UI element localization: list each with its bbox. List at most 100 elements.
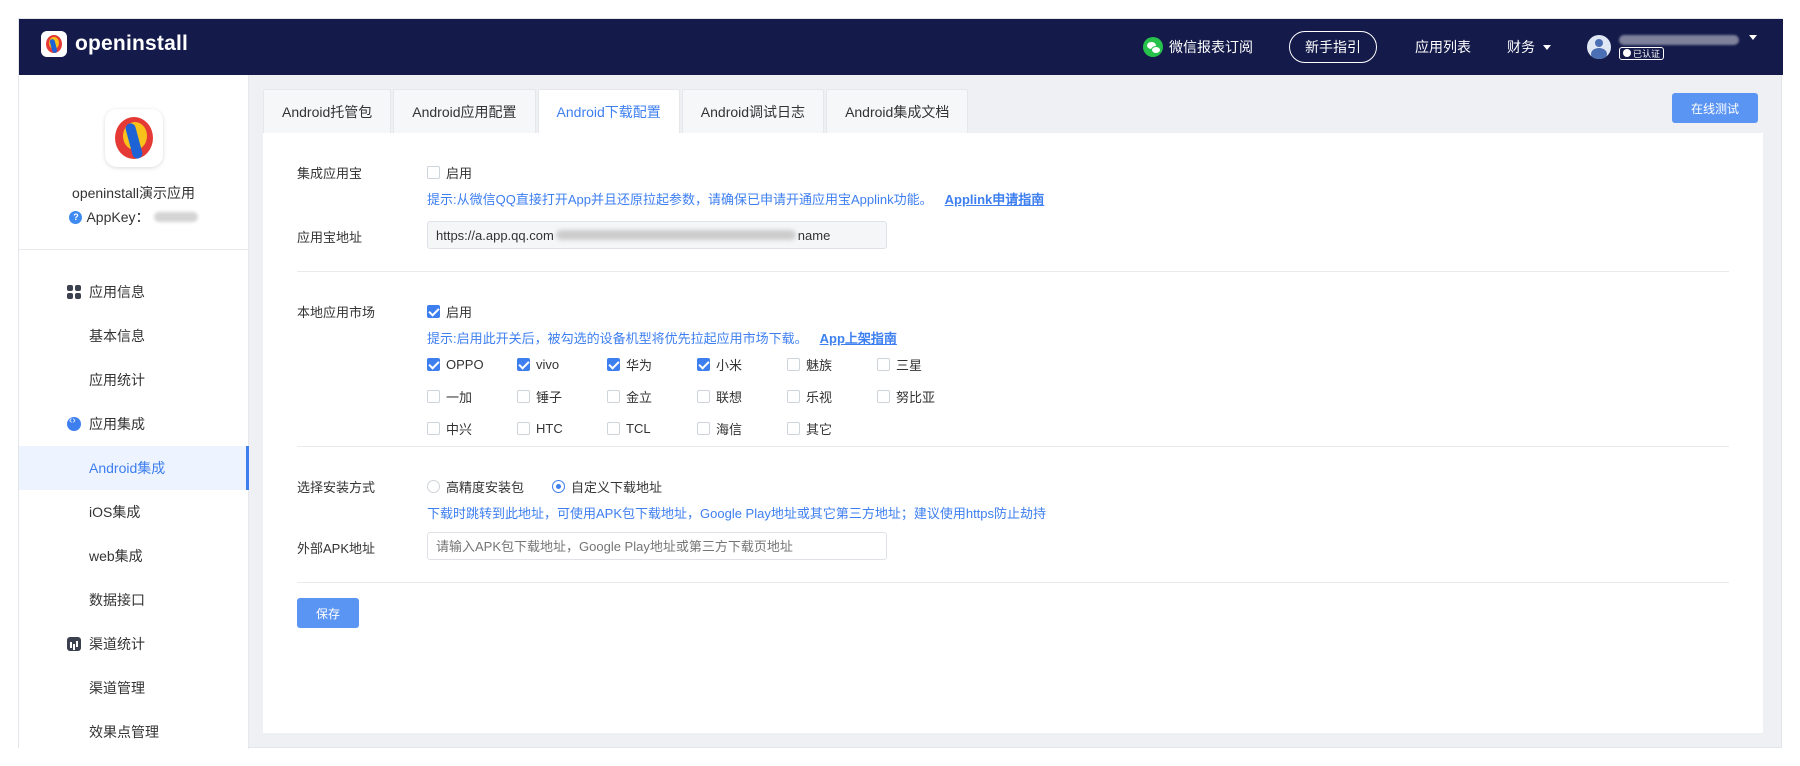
brand-label: 海信	[716, 422, 743, 437]
sidebar: openinstall演示应用 ? AppKey： 应用信息 基本信息 应用统计…	[19, 75, 249, 749]
brand-label: OPPO	[446, 357, 484, 372]
finance-menu[interactable]: 财务	[1507, 37, 1551, 57]
brand-checkbox[interactable]: 锤子	[517, 387, 607, 406]
yyb-enable-checkbox[interactable]: 启用	[427, 163, 472, 182]
chevron-down-icon	[1543, 44, 1551, 50]
sidebar-item-ios[interactable]: iOS集成	[19, 490, 248, 534]
guide-button[interactable]: 新手指引	[1289, 31, 1377, 63]
brand-checkbox[interactable]: 海信	[697, 419, 787, 438]
checkbox	[877, 358, 890, 371]
sidebar-item-android[interactable]: Android集成	[19, 446, 249, 490]
brand-checkbox[interactable]: 魅族	[787, 355, 877, 374]
sidebar-group-app-info[interactable]: 应用信息	[19, 270, 248, 314]
sidebar-item-web[interactable]: web集成	[19, 534, 248, 578]
user-menu[interactable]: 已认证	[1587, 34, 1757, 60]
checkbox	[607, 390, 620, 403]
download-config-panel: 集成应用宝 启用 提示:从微信QQ直接打开App并且还原拉起参数，请确保已申请开…	[263, 133, 1763, 733]
wechat-subscribe-label: 微信报表订阅	[1169, 39, 1253, 55]
checkbox	[517, 422, 530, 435]
verified-label: 已认证	[1633, 48, 1661, 59]
wechat-subscribe-link[interactable]: 微信报表订阅	[1143, 37, 1253, 57]
yyb-url-redacted	[555, 230, 796, 240]
brand-checkbox[interactable]: TCL	[607, 419, 697, 438]
sidebar-group-label: 渠道统计	[89, 636, 145, 652]
brand-label: HTC	[536, 421, 563, 436]
logo[interactable]: openinstall	[41, 31, 188, 57]
help-icon[interactable]: ?	[69, 210, 83, 224]
app-list-link[interactable]: 应用列表	[1415, 37, 1471, 57]
avatar	[1587, 35, 1611, 59]
brand-label: 金立	[626, 390, 653, 405]
logo-text: openinstall	[75, 32, 189, 55]
brand-checkbox[interactable]: 金立	[607, 387, 697, 406]
appkey: ? AppKey：	[69, 207, 198, 227]
brand-label: 乐视	[806, 390, 833, 405]
tab-android-docs[interactable]: Android集成文档	[826, 89, 969, 133]
applink-guide-link[interactable]: Applink申请指南	[945, 192, 1045, 207]
brand-checkbox[interactable]: OPPO	[427, 355, 517, 374]
yyb-label: 集成应用宝	[297, 166, 363, 181]
brand-checkbox[interactable]: 一加	[427, 387, 517, 406]
market-hint: 提示:启用此开关后，被勾选的设备机型将优先拉起应用市场下载。 App上架指南	[427, 328, 897, 347]
brand-label: 华为	[626, 358, 653, 373]
online-test-button[interactable]: 在线测试	[1672, 93, 1758, 123]
sidebar-item-data-api[interactable]: 数据接口	[19, 578, 248, 622]
sidebar-menu: 应用信息 基本信息 应用统计 应用集成 Android集成 iOS集成 web集…	[19, 250, 249, 754]
appkey-label: AppKey：	[86, 209, 150, 225]
top-navbar: openinstall 微信报表订阅 新手指引 应用列表 财务 已认证	[19, 19, 1783, 75]
checkbox-checked	[427, 358, 440, 371]
verified-badge: 已认证	[1619, 46, 1665, 60]
checkbox	[697, 422, 710, 435]
checkbox-checked	[697, 358, 710, 371]
brand-checkbox[interactable]: 中兴	[427, 419, 517, 438]
divider	[297, 582, 1729, 583]
brand-checkbox[interactable]: 三星	[877, 355, 967, 374]
market-label: 本地应用市场	[297, 305, 376, 320]
app-frame: openinstall 微信报表订阅 新手指引 应用列表 财务 已认证 open…	[18, 18, 1783, 749]
brand-checkbox[interactable]: 小米	[697, 355, 787, 374]
install-method-label: 选择安装方式	[297, 480, 376, 495]
sidebar-group-channel-stats[interactable]: 渠道统计	[19, 622, 248, 666]
checkbox	[787, 390, 800, 403]
brand-checkbox[interactable]: 努比亚	[877, 387, 967, 406]
checkbox	[427, 166, 440, 179]
checkbox-checked	[607, 358, 620, 371]
tab-android-download-config[interactable]: Android下载配置	[537, 89, 680, 133]
appkey-value-redacted	[153, 212, 198, 222]
sidebar-group-integration[interactable]: 应用集成	[19, 402, 248, 446]
brand-checkbox[interactable]: 乐视	[787, 387, 877, 406]
yyb-enable-label: 启用	[446, 166, 473, 181]
save-button[interactable]: 保存	[297, 598, 359, 628]
tab-android-debug-log[interactable]: Android调试日志	[681, 89, 825, 133]
yyb-url-input[interactable]: https://a.app.qq.com name	[427, 221, 887, 249]
radio-custom-url[interactable]: 自定义下载地址	[552, 477, 662, 496]
yyb-url-label: 应用宝地址	[297, 230, 363, 245]
sidebar-item-event-manage[interactable]: 效果点管理	[19, 710, 248, 754]
check-badge-icon	[1623, 49, 1631, 57]
checkbox	[877, 390, 890, 403]
app-listing-guide-link[interactable]: App上架指南	[820, 331, 897, 346]
brand-checkbox-grid: OPPO vivo 华为 小米 魅族 三星一加 锤子 金立 联想 乐视 努比亚中兴 HTC TCL 海信 其…	[427, 355, 967, 438]
brand-checkbox[interactable]: vivo	[517, 355, 607, 374]
sidebar-item-app-stats[interactable]: 应用统计	[19, 358, 248, 402]
yyb-hint-text: 提示:从微信QQ直接打开App并且还原拉起参数，请确保已申请开通应用宝Appli…	[427, 192, 933, 207]
brand-label: 一加	[446, 390, 473, 405]
sidebar-item-channel-manage[interactable]: 渠道管理	[19, 666, 248, 710]
checkbox	[517, 390, 530, 403]
brand-label: 小米	[716, 358, 743, 373]
market-enable-checkbox[interactable]: 启用	[427, 302, 472, 321]
radio-high-precision[interactable]: 高精度安装包	[427, 477, 524, 496]
checkbox-checked	[427, 305, 440, 318]
app-name: openinstall演示应用	[72, 185, 195, 201]
sidebar-group-label: 应用信息	[89, 284, 145, 300]
tab-android-hosted-package[interactable]: Android托管包	[263, 89, 392, 133]
brand-checkbox[interactable]: 联想	[697, 387, 787, 406]
brand-checkbox[interactable]: HTC	[517, 419, 607, 438]
brand-label: 锤子	[536, 390, 563, 405]
brand-checkbox[interactable]: 华为	[607, 355, 697, 374]
radio	[427, 480, 440, 493]
apk-url-input[interactable]	[427, 532, 887, 560]
sidebar-item-basic-info[interactable]: 基本信息	[19, 314, 248, 358]
brand-checkbox[interactable]: 其它	[787, 419, 877, 438]
tab-android-app-config[interactable]: Android应用配置	[393, 89, 536, 133]
